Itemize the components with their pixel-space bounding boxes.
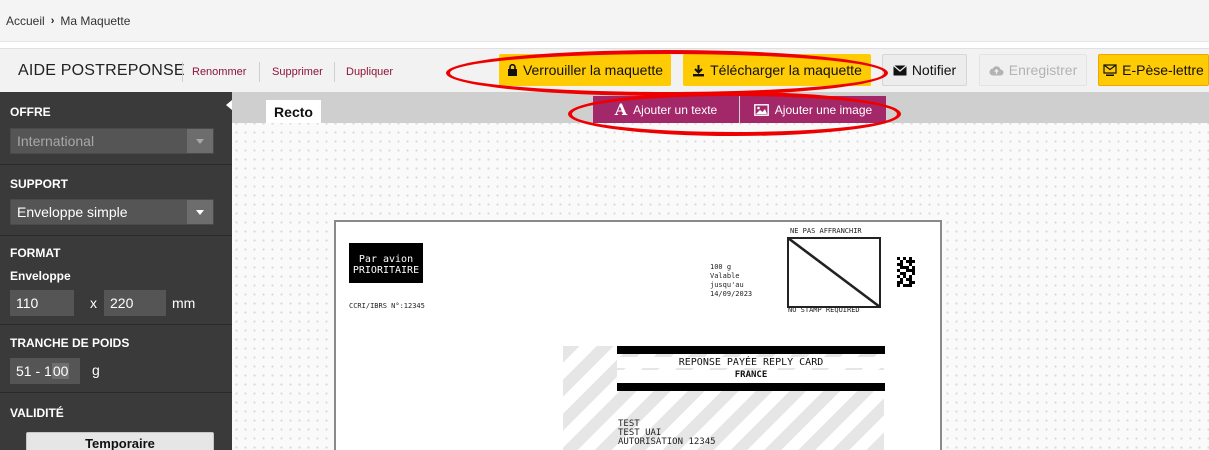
valid-text-2: jusqu'au — [710, 281, 744, 289]
par-avion-line1: Par avion — [358, 254, 414, 265]
temporaire-button[interactable]: Temporaire — [26, 432, 214, 450]
unit-mm-label: mm — [172, 295, 196, 311]
chevron-down-icon — [187, 200, 213, 224]
support-select[interactable]: Enveloppe simple — [10, 199, 214, 225]
validity-block: 100 g Valable jusqu'au 14/09/2023 — [710, 263, 752, 299]
options-sidebar: OFFRE International SUPPORT Enveloppe si… — [0, 92, 232, 450]
e-pese-lettre-label: E-Pèse-lettre — [1122, 62, 1204, 78]
add-text-button[interactable]: A Ajouter un texte — [593, 96, 739, 123]
text-a-icon: A — [614, 100, 628, 119]
support-title: SUPPORT — [10, 177, 69, 191]
add-image-button[interactable]: Ajouter une image — [740, 96, 886, 123]
offre-title: OFFRE — [10, 105, 51, 119]
poids-range-highlight: 00 — [51, 363, 70, 379]
ccri-number: CCRI/IBRS N°:12345 — [349, 302, 425, 310]
bottom-black-bar — [617, 383, 885, 391]
poids-range-value: 51 - 1 — [16, 363, 52, 379]
address-block: TEST TEST UAI AUTORISATION 12345 — [618, 420, 716, 447]
format-title: FORMAT — [10, 246, 61, 260]
breadcrumb-current: Ma Maquette — [60, 13, 131, 28]
cloud-upload-icon — [989, 65, 1004, 75]
poids-range-field[interactable]: 51 - 1 00 — [10, 358, 80, 384]
no-stamp-box-icon — [787, 236, 881, 309]
valid-date: 14/09/2023 — [710, 290, 753, 298]
height-input[interactable]: 220 — [104, 290, 166, 316]
breadcrumb: Accueil › Ma Maquette — [0, 0, 1209, 42]
poids-section: TRANCHE DE POIDS 51 - 1 00 g — [0, 325, 232, 393]
lock-maquette-label: Verrouiller la maquette — [522, 62, 664, 78]
reponse-title: REPONSE PAYÉE REPLY CARD — [617, 357, 885, 368]
e-pese-lettre-button[interactable]: E-Pèse-lettre — [1098, 54, 1209, 86]
support-section: SUPPORT Enveloppe simple — [0, 165, 232, 236]
image-icon — [753, 103, 769, 116]
save-label: Enregistrer — [1008, 62, 1078, 78]
lock-maquette-button[interactable]: Verrouiller la maquette — [499, 54, 671, 86]
page-title: AIDE POSTREPONSE — [18, 62, 185, 79]
width-input[interactable]: 110 — [10, 290, 74, 316]
rename-link[interactable]: Renommer — [192, 66, 246, 78]
tab-recto[interactable]: Recto — [266, 100, 321, 123]
breadcrumb-home-link[interactable]: Accueil — [6, 14, 45, 28]
offre-section: OFFRE International — [0, 92, 232, 165]
weight-text: 100 g — [710, 263, 732, 271]
duplicate-link[interactable]: Dupliquer — [346, 66, 393, 78]
chevron-down-icon — [187, 129, 213, 153]
save-button[interactable]: Enregistrer — [979, 54, 1087, 86]
format-section: FORMAT Enveloppe 110 x 220 mm — [0, 236, 232, 325]
poids-title: TRANCHE DE POIDS — [10, 336, 130, 350]
offre-value: International — [17, 133, 95, 149]
no-stamp-required-text: NO STAMP REQUIRED — [788, 306, 860, 314]
add-image-label: Ajouter une image — [774, 102, 873, 117]
notify-label: Notifier — [911, 62, 957, 78]
download-icon — [693, 64, 705, 76]
unit-g-label: g — [92, 362, 100, 378]
notify-button[interactable]: Notifier — [882, 54, 967, 86]
par-avion-line2: PRIORITAIRE — [352, 265, 420, 276]
envelope-icon — [892, 64, 907, 75]
scale-letter-icon — [1103, 63, 1117, 76]
format-subtitle: Enveloppe — [10, 269, 71, 283]
delete-link[interactable]: Supprimer — [272, 66, 323, 78]
page: Accueil › Ma Maquette AIDE POSTREPONSE R… — [0, 0, 1209, 450]
add-text-label: Ajouter un texte — [633, 102, 718, 117]
offre-select: International — [10, 128, 214, 154]
divider — [259, 62, 260, 82]
times-label: x — [90, 295, 97, 311]
address-line-3: AUTORISATION 12345 — [618, 437, 716, 447]
divider — [334, 62, 335, 82]
top-black-bar — [617, 346, 885, 354]
download-maquette-button[interactable]: Télécharger la maquette — [683, 54, 871, 86]
valid-text-1: Valable — [710, 272, 740, 280]
download-maquette-label: Télécharger la maquette — [710, 62, 862, 78]
par-avion-label: Par avion PRIORITAIRE — [349, 243, 423, 283]
lock-icon — [507, 64, 517, 76]
chevron-right-icon: › — [50, 14, 55, 27]
reponse-country: FRANCE — [617, 370, 885, 383]
support-value: Enveloppe simple — [17, 204, 128, 220]
validite-title: VALIDITÉ — [10, 406, 64, 420]
divider — [182, 62, 183, 82]
datamatrix-code-icon — [897, 257, 915, 287]
